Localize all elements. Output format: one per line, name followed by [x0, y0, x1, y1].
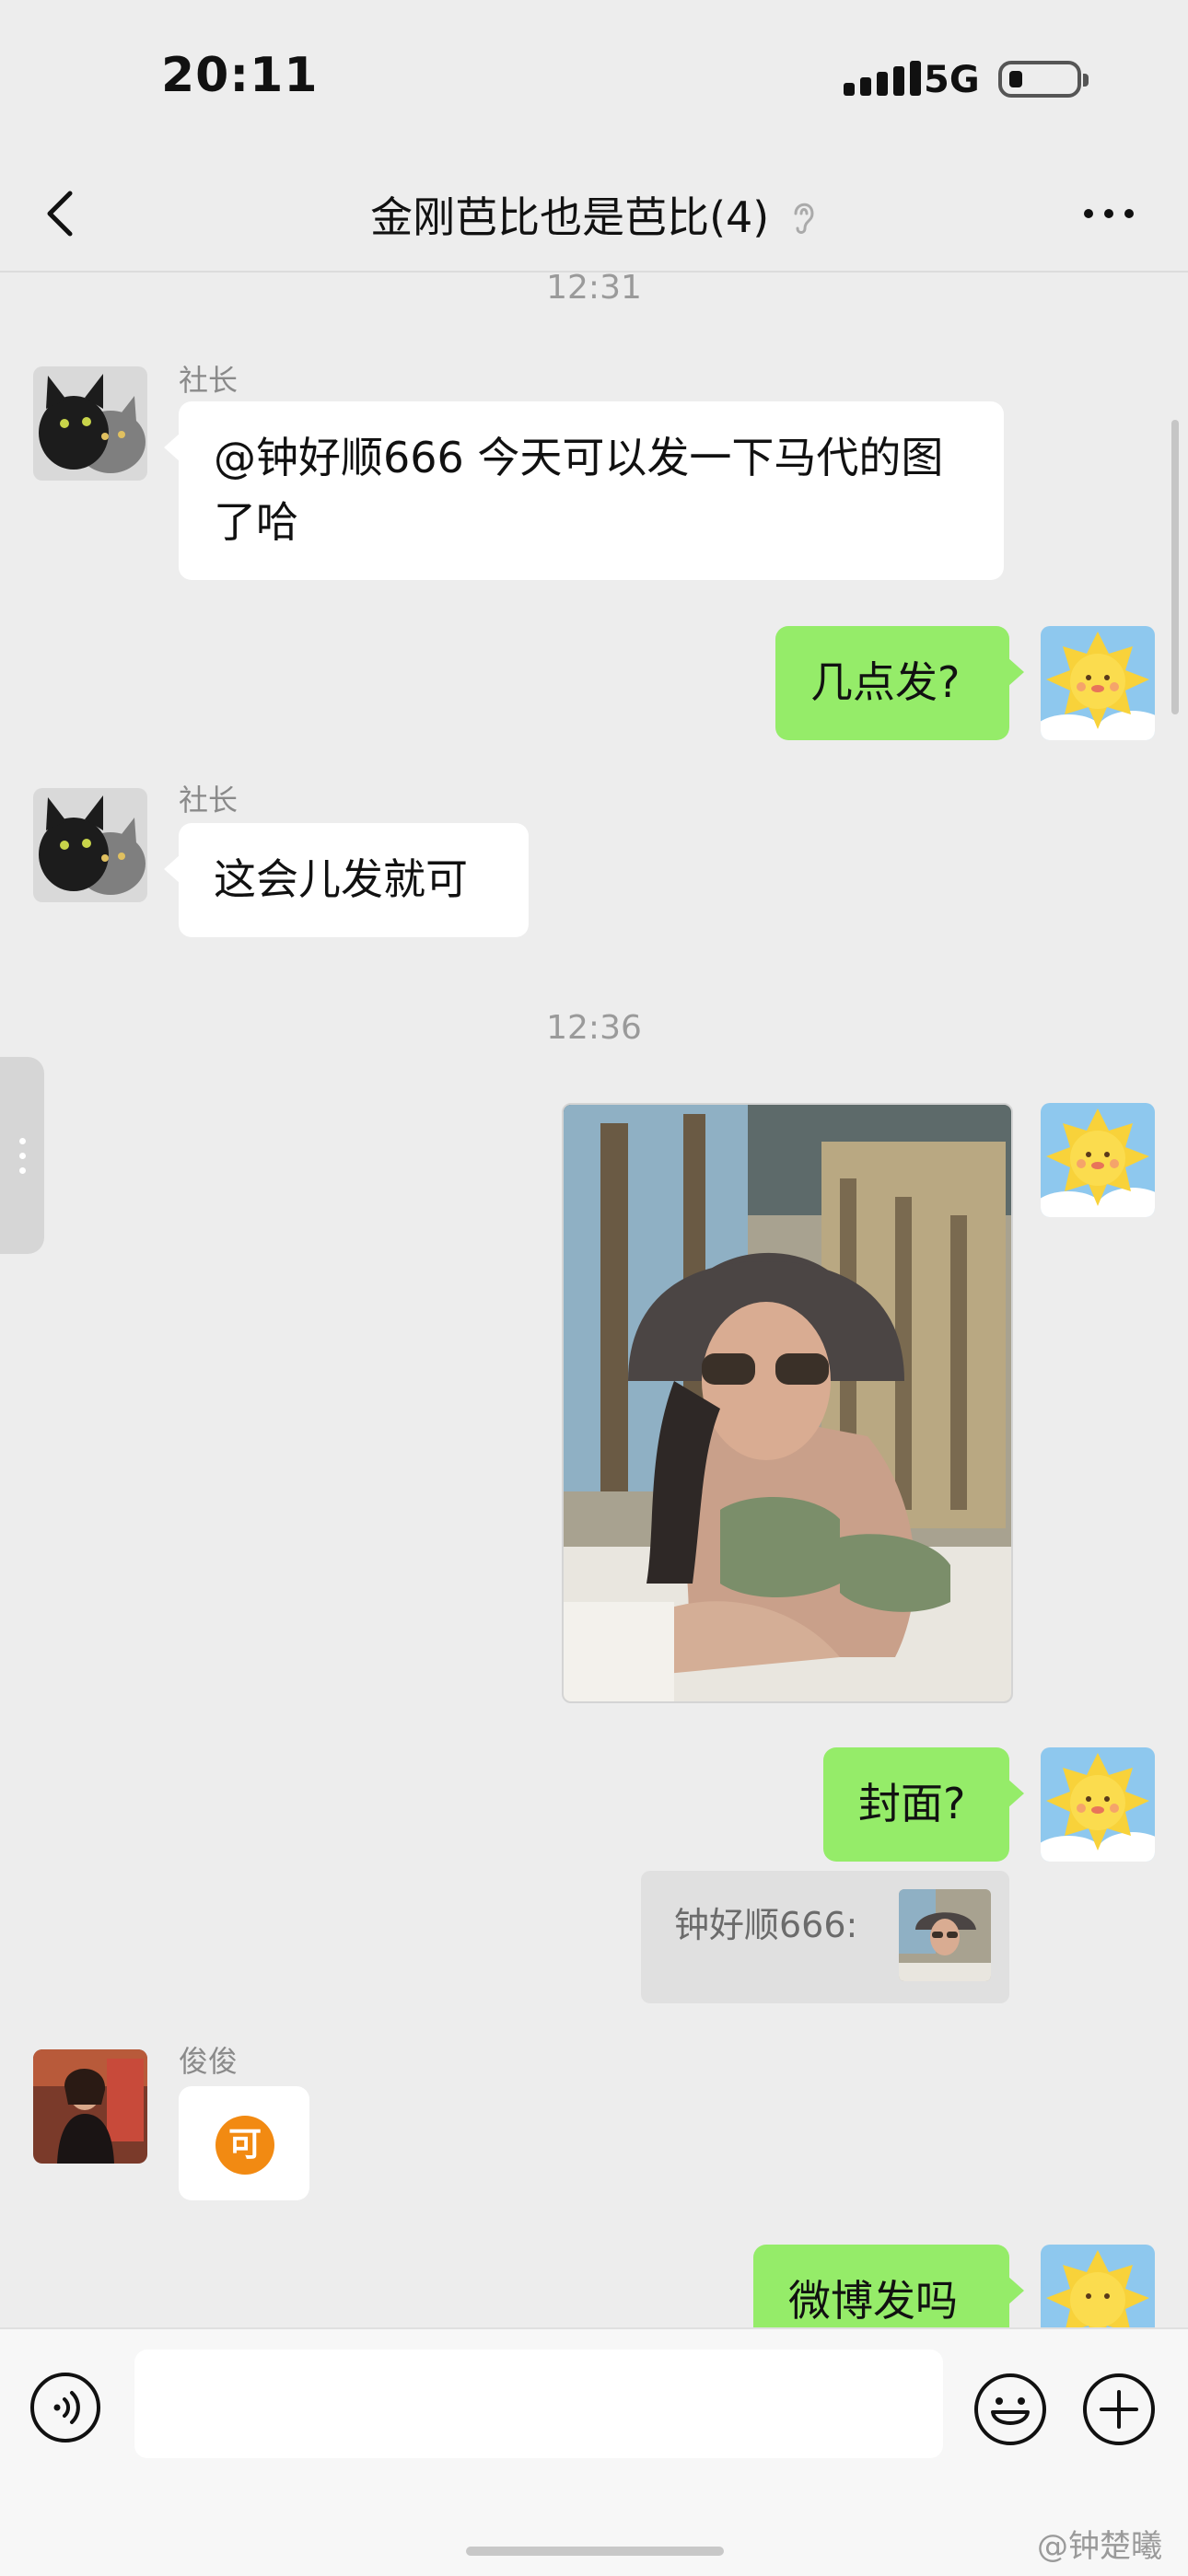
ear-icon: [794, 203, 814, 234]
chat-title-text: 金刚芭比也是芭比(4): [370, 192, 770, 242]
message-text: 封面?: [858, 1779, 966, 1828]
sticker-badge: 可: [215, 2116, 274, 2175]
battery-icon: [998, 61, 1089, 98]
quoted-message[interactable]: 钟好顺666:: [641, 1871, 1009, 2003]
sender-name: 社长: [179, 363, 239, 398]
avatar-cats[interactable]: [33, 788, 147, 902]
chat-title[interactable]: 金刚芭比也是芭比(4): [0, 184, 1188, 245]
avatar-sun[interactable]: [1041, 1747, 1155, 1862]
timestamp: 12:31: [546, 269, 642, 307]
quote-text: 钟好顺666:: [674, 1905, 858, 1945]
scrollbar[interactable]: [1171, 420, 1179, 714]
quote-thumbnail: [899, 1889, 991, 1981]
message-text: @钟好顺666 今天可以发一下马代的图了哈: [214, 433, 944, 547]
avatar-sun[interactable]: [1041, 626, 1155, 740]
message-text: 这会儿发就可: [214, 854, 468, 904]
status-time: 20:11: [161, 48, 319, 103]
avatar-sun[interactable]: [1041, 1103, 1155, 1217]
network-label: 5G: [924, 59, 980, 101]
signal-icon: [844, 61, 921, 96]
message-bubble[interactable]: @钟好顺666 今天可以发一下马代的图了哈: [164, 401, 1004, 580]
emoji-icon[interactable]: [973, 2372, 1048, 2447]
sticker-message[interactable]: 可: [179, 2086, 309, 2200]
timestamp: 12:36: [546, 1009, 642, 1047]
plus-icon[interactable]: [1081, 2372, 1157, 2447]
photo-message[interactable]: [562, 1103, 1013, 1703]
message-text: 几点发?: [810, 657, 961, 707]
side-drawer-handle[interactable]: [0, 1057, 44, 1254]
message-input[interactable]: [134, 2350, 943, 2458]
message-text: 微博发吗: [788, 2276, 958, 2326]
sender-name: 俊俊: [179, 2044, 239, 2079]
avatar-person[interactable]: [33, 2049, 147, 2164]
sender-name: 社长: [179, 783, 239, 818]
nav-bar: 金刚芭比也是芭比(4): [0, 157, 1188, 273]
more-dots-icon[interactable]: [1079, 190, 1138, 238]
message-bubble[interactable]: 几点发?: [775, 626, 1024, 740]
avatar-cats[interactable]: [33, 366, 147, 481]
watermark: @钟楚曦: [1037, 2528, 1162, 2565]
home-indicator: [466, 2547, 724, 2556]
input-bar: [0, 2327, 1188, 2576]
voice-icon[interactable]: [29, 2372, 101, 2443]
message-bubble[interactable]: 封面?: [823, 1747, 1024, 1862]
message-bubble[interactable]: 这会儿发就可: [164, 823, 529, 937]
